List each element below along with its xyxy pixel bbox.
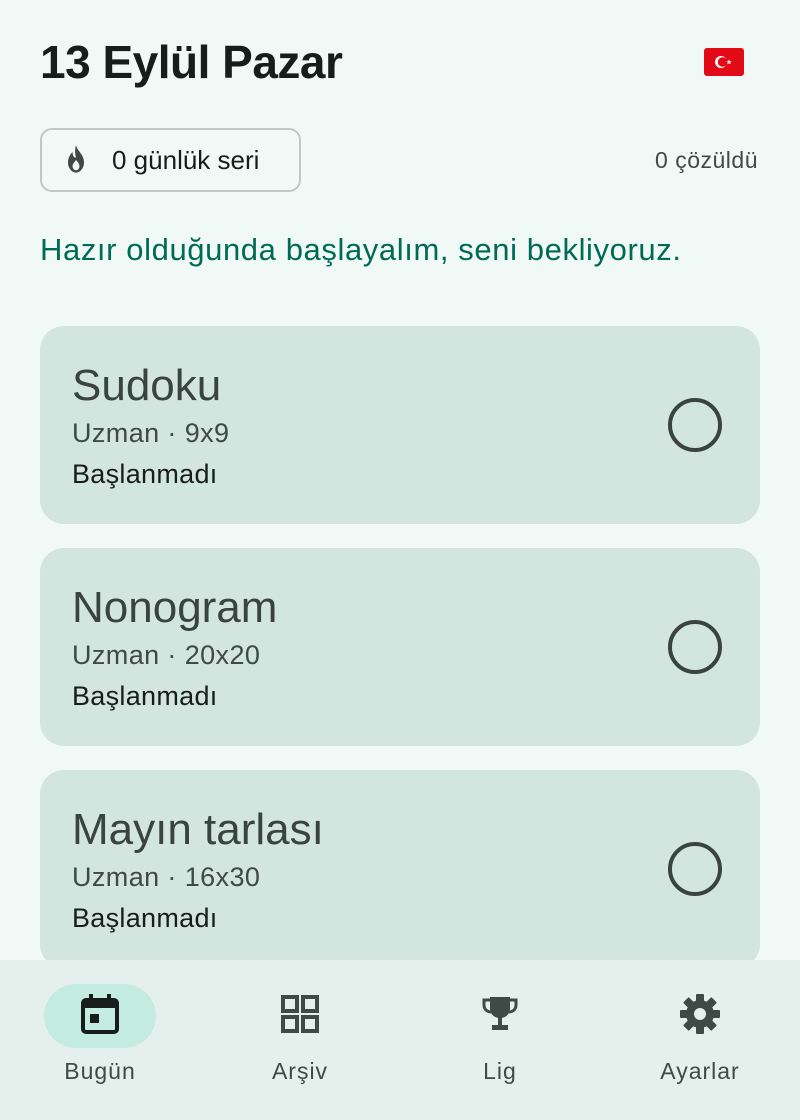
grid-icon (280, 994, 320, 1039)
puzzle-title: Mayın tarlası (72, 805, 324, 854)
nav-item-today[interactable]: Bugün (0, 960, 200, 1120)
nav-item-settings[interactable]: Ayarlar (600, 960, 800, 1120)
stats-row: 0 günlük seri 0 çözüldü (40, 128, 758, 192)
not-started-circle-icon (668, 842, 722, 896)
motivation-text: Hazır olduğunda başlayalım, seni bekliyo… (40, 232, 682, 267)
nav-label: Lig (483, 1058, 517, 1084)
puzzle-status: Başlanmadı (72, 459, 218, 489)
trophy-icon (480, 994, 520, 1039)
not-started-circle-icon (668, 620, 722, 674)
flame-icon (60, 144, 92, 176)
puzzle-subtitle: Uzman · 16x30 (72, 862, 261, 892)
bottom-nav: Bugün Arşiv Lig Ayarlar (0, 960, 800, 1120)
nav-icon-wrap (644, 984, 756, 1048)
puzzle-status: Başlanmadı (72, 903, 218, 933)
header: 13 Eylül Pazar (40, 32, 760, 92)
calendar-icon (80, 993, 120, 1040)
streak-chip[interactable]: 0 günlük seri (40, 128, 301, 192)
puzzle-card-sudoku[interactable]: Sudoku Uzman · 9x9 Başlanmadı (40, 326, 760, 524)
nav-label: Bugün (64, 1058, 136, 1084)
puzzle-subtitle: Uzman · 9x9 (72, 418, 230, 448)
puzzle-subtitle: Uzman · 20x20 (72, 640, 261, 670)
page-title: 13 Eylül Pazar (40, 36, 343, 88)
puzzle-title: Sudoku (72, 361, 222, 410)
puzzle-title: Nonogram (72, 583, 278, 632)
nav-label: Arşiv (271, 1058, 329, 1084)
streak-label: 0 günlük seri (112, 144, 260, 175)
nav-label: Ayarlar (660, 1058, 740, 1084)
puzzle-card-nonogram[interactable]: Nonogram Uzman · 20x20 Başlanmadı (40, 548, 760, 746)
solved-count: 0 çözüldü (655, 146, 758, 173)
puzzle-status: Başlanmadı (72, 681, 218, 711)
nav-active-indicator (44, 984, 156, 1048)
nav-item-league[interactable]: Lig (400, 960, 600, 1120)
nav-icon-wrap (244, 984, 356, 1048)
gear-icon (679, 993, 721, 1040)
not-started-circle-icon (668, 398, 722, 452)
crescent-star-icon (715, 56, 732, 68)
nav-item-archive[interactable]: Arşiv (200, 960, 400, 1120)
turkey-flag-icon[interactable] (704, 48, 744, 76)
nav-icon-wrap (444, 984, 556, 1048)
puzzle-card-minesweeper[interactable]: Mayın tarlası Uzman · 16x30 Başlanmadı (40, 770, 760, 968)
today-screen: 13 Eylül Pazar 0 günlük seri 0 çözüldü H… (0, 0, 800, 1120)
